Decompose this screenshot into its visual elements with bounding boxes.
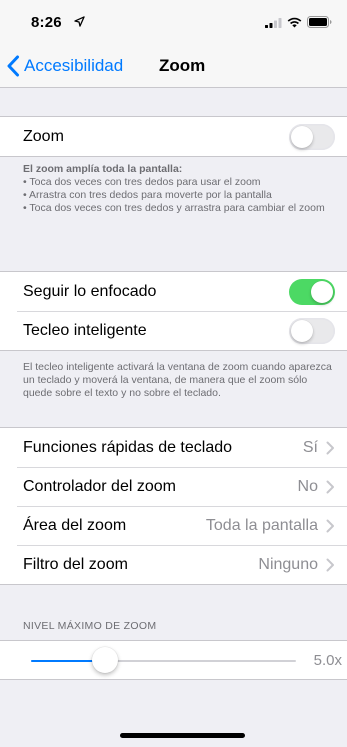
keyboard-shortcuts-label: Funciones rápidas de teclado: [23, 438, 233, 456]
status-time: 8:26: [31, 14, 62, 31]
zoom-controller-label: Controlador del zoom: [23, 477, 176, 495]
zoom-region-cell[interactable]: Área del zoom Toda la pantalla: [0, 506, 347, 545]
zoom-cell: Zoom: [0, 117, 347, 156]
zoom-region-label: Área del zoom: [23, 516, 127, 534]
page-title: Zoom: [159, 56, 206, 75]
keyboard-shortcuts-value: Sí: [302, 438, 318, 456]
back-button-label: Accesibilidad: [24, 56, 124, 75]
max-zoom-slider-thumb[interactable]: [92, 647, 119, 673]
zoom-label: Zoom: [23, 127, 64, 145]
toggle-knob: [291, 319, 313, 342]
max-zoom-value: 5.0x: [313, 652, 342, 669]
toggle-knob: [311, 280, 333, 303]
chevron-right-icon: [326, 480, 334, 493]
zoom-controller-cell[interactable]: Controlador del zoom No: [0, 467, 347, 506]
wifi-icon: [287, 17, 302, 27]
max-zoom-slider-track[interactable]: [31, 647, 296, 673]
follow-focus-label: Seguir lo enfocado: [23, 282, 157, 300]
smart-typing-cell: Tecleo inteligente: [0, 311, 347, 350]
zoom-filter-cell[interactable]: Filtro del zoom Ninguno: [0, 545, 347, 584]
follow-focus-toggle[interactable]: [289, 278, 335, 305]
max-zoom-row: 5.0x: [0, 640, 347, 680]
zoom-toggle[interactable]: [289, 123, 335, 150]
toggle-knob: [291, 125, 313, 148]
focus-typing-group: Seguir lo enfocado Tecleo inteligente: [0, 271, 347, 351]
follow-focus-cell: Seguir lo enfocado: [0, 272, 347, 311]
zoom-description-title: El zoom amplía toda la pantalla:: [23, 163, 183, 175]
back-chevron-icon: [7, 55, 19, 77]
zoom-group: Zoom: [0, 116, 347, 157]
zoom-filter-label: Filtro del zoom: [23, 555, 128, 573]
back-button[interactable]: Accesibilidad: [6, 44, 123, 88]
smart-typing-label: Tecleo inteligente: [23, 321, 147, 339]
max-zoom-header: NIVEL MÁXIMO DE ZOOM: [23, 620, 157, 632]
zoom-filter-value: Ninguno: [258, 555, 318, 573]
navigation-bar: Accesibilidad Zoom: [0, 44, 347, 88]
battery-icon: [307, 16, 332, 28]
status-bar: 8:26: [0, 0, 347, 44]
chevron-right-icon: [326, 558, 334, 571]
zoom-description-line: • Toca dos veces con tres dedos para usa…: [23, 176, 261, 188]
smart-typing-toggle[interactable]: [289, 317, 335, 344]
zoom-description-line: • Arrastra con tres dedos para moverte p…: [23, 189, 272, 201]
zoom-settings-group: Funciones rápidas de teclado Sí Controla…: [0, 427, 347, 585]
chevron-right-icon: [326, 441, 334, 454]
location-arrow-icon: [74, 16, 85, 27]
home-indicator: [120, 733, 245, 738]
keyboard-shortcuts-cell[interactable]: Funciones rápidas de teclado Sí: [0, 428, 347, 467]
zoom-description-line: • Toca dos veces con tres dedos y arrast…: [23, 202, 325, 214]
zoom-region-value: Toda la pantalla: [205, 516, 318, 534]
smart-typing-description: El tecleo inteligente activará la ventan…: [23, 361, 332, 399]
zoom-controller-value: No: [297, 477, 318, 495]
zoom-description: El zoom amplía toda la pantalla: • Toca …: [23, 163, 339, 215]
signal-icon: [265, 17, 282, 28]
chevron-right-icon: [326, 519, 334, 532]
